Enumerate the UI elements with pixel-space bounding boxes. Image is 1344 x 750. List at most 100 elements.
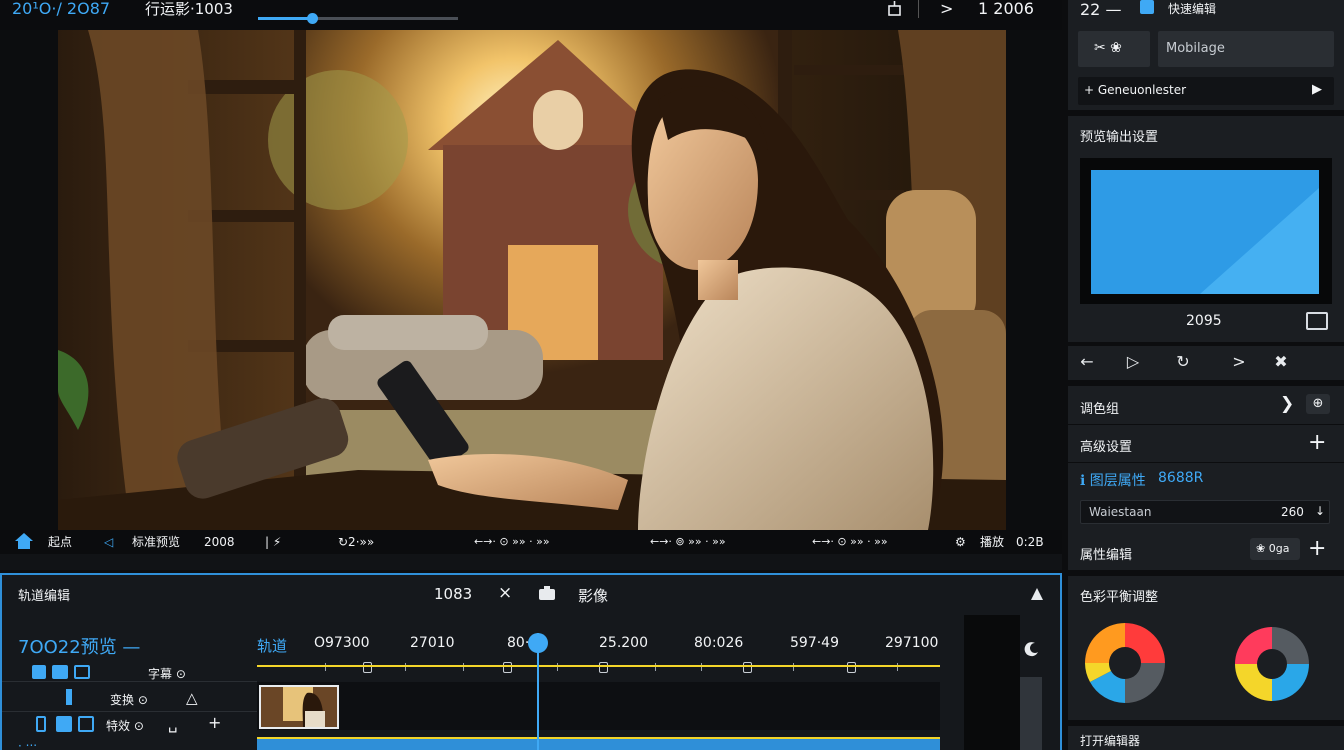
triangle-icon[interactable]: △ [186,689,198,707]
layer-button-label: ✂ ❀ [1094,40,1122,56]
color-wheel-right[interactable] [1232,624,1312,704]
ruler-label: 597·49 [790,635,839,651]
ruler-label: 27010 [410,635,455,651]
track-tools-1[interactable] [32,663,92,681]
effect-icon[interactable] [78,716,94,732]
editor-footer: 打开编辑器 [1068,726,1344,750]
pause-button[interactable]: | ⚡ [265,534,281,550]
target-icon[interactable]: ⊕ [1306,394,1330,414]
property-field-number: 260 [1281,505,1304,519]
home-icon[interactable] [14,532,34,550]
current-time: 2008 [204,535,235,549]
expand-icon[interactable]: ❯ [1280,394,1294,414]
work-area-bar[interactable] [257,665,940,667]
track-row-label-4: 特效 ⊙ [106,719,144,733]
preview-mode[interactable]: 标准预览 [132,534,180,550]
property-field-value: Waiestaan [1089,505,1152,519]
moon-icon[interactable] [1024,641,1040,657]
add-transition-row[interactable]: + Geneuonlester ▶ [1078,77,1334,105]
step-back-icon[interactable]: ◁ [104,534,113,550]
transport-bar: 起点 ◁ 标准预览 2008 | ⚡ ↻2·»» ←→· ⊙ »» · »» ←… [0,530,1062,570]
attribute-edit-label: 属性编辑 [1080,548,1133,563]
audio-label: · ‧‧‧ [18,739,38,750]
camera-icon[interactable] [538,585,556,601]
ruler-label: 297100 [885,635,939,651]
add-icon[interactable]: + [1308,430,1326,455]
frame-counter: 1 2006 [978,0,1034,18]
marker-group-2[interactable]: ←→· ⊚ »» · »» [650,534,726,550]
panel-icon [1140,0,1154,14]
video-preview[interactable] [58,30,1006,530]
color-balance-panel: 色彩平衡调整 [1068,576,1344,720]
play-icon[interactable]: ▶ [1312,82,1322,97]
play-icon[interactable]: ▷ [1122,351,1144,373]
project-title: 行运影·1003 [145,0,233,18]
vertical-scrollbar[interactable] [1020,677,1042,750]
scrub-fill [258,17,312,20]
marker-group-1[interactable]: ←→· ⊙ »» · »» [474,534,550,550]
output-resolution: 2095 [1186,313,1222,329]
keyframe-marker[interactable] [743,662,752,673]
track-row-label-1: 字幕 ⊙ [148,667,186,681]
loop-icon[interactable]: ↻ [1172,351,1194,373]
video-clip[interactable] [259,685,339,729]
keyframe-marker[interactable] [599,662,608,673]
keyframe-marker[interactable] [363,662,372,673]
clip-count: 1083 [434,585,473,603]
ruler-label: O97300 [314,635,370,651]
play-label[interactable]: 播放 [980,534,1004,550]
crop-icon[interactable] [886,0,904,18]
color-wheel-left[interactable] [1082,620,1168,706]
track-strip [0,554,1062,570]
close-icon[interactable]: × [498,583,512,603]
keyframe-marker[interactable] [503,662,512,673]
home-label[interactable]: 起点 [48,534,72,550]
rate-control[interactable]: ↻2·»» [338,534,374,550]
row-divider [2,681,257,682]
clip-icon[interactable] [36,716,46,732]
scrub-bar[interactable] [258,13,458,24]
timeline-ruler[interactable]: O97300 27010 80·00 25.200 80:026 597·49 … [257,635,940,673]
add-transition-label: + Geneuonlester [1084,83,1187,97]
property-field[interactable]: Waiestaan 260 ↓ [1080,500,1330,524]
playback-controls: ← ▷ ↻ > ✖ [1068,346,1344,380]
add-icon[interactable]: + [1308,536,1326,561]
scrub-handle[interactable] [307,13,318,24]
chevron-right-icon[interactable]: > [940,0,953,18]
frame-icon[interactable] [74,665,90,679]
layer-button[interactable]: ✂ ❀ [1078,31,1150,67]
divider [1068,424,1344,425]
quick-edit-panel: 22 — 快速编辑 ✂ ❀ Mobilage + Geneuonlester ▶ [1068,0,1344,110]
video-track[interactable] [257,682,940,730]
next-icon[interactable]: > [1228,351,1250,373]
divider [918,0,919,18]
search-placeholder: Mobilage [1166,41,1225,56]
gear-icon[interactable]: ⚙ [955,534,966,550]
chevron-down-icon[interactable]: ↓ [1315,504,1325,518]
timeline-panel: 轨道编辑 1083 × 影像 7OO22预览 — 轨道 字幕 ⊙ 变换 ⊙ △ … [0,573,1062,750]
audio-track[interactable] [257,737,940,750]
open-editor-label[interactable]: 打开编辑器 [1080,732,1140,749]
timecode: 20¹O·/ 2O87 [12,0,111,18]
output-monitor[interactable] [1080,158,1332,304]
attribute-option-button[interactable]: ❀ 0ga [1250,538,1300,560]
group-icon[interactable] [56,716,72,732]
bracket-icon[interactable]: ␣ [168,715,178,733]
layer-icon[interactable] [32,665,46,679]
add-track-button[interactable]: + [208,713,221,732]
track-scroll-area [964,615,1020,750]
fullscreen-icon[interactable] [1306,312,1328,330]
effect-search-input[interactable]: Mobilage [1158,31,1334,67]
output-preview-panel: 预览输出设置 2095 [1068,116,1344,342]
playhead-handle[interactable] [528,633,548,653]
video-icon[interactable] [52,665,68,679]
sequence-title: 7OO22预览 — [18,637,141,658]
keyframe-marker[interactable] [847,662,856,673]
marker-group-3[interactable]: ←→· ⊙ »» · »» [812,534,888,550]
track-tools-2[interactable] [32,715,102,733]
cut-icon[interactable]: ✖ [1270,351,1292,373]
previous-icon[interactable]: ← [1076,351,1098,373]
divider [1068,462,1344,463]
duration: 0:2B [1016,535,1044,549]
pin-icon[interactable] [1028,585,1046,603]
